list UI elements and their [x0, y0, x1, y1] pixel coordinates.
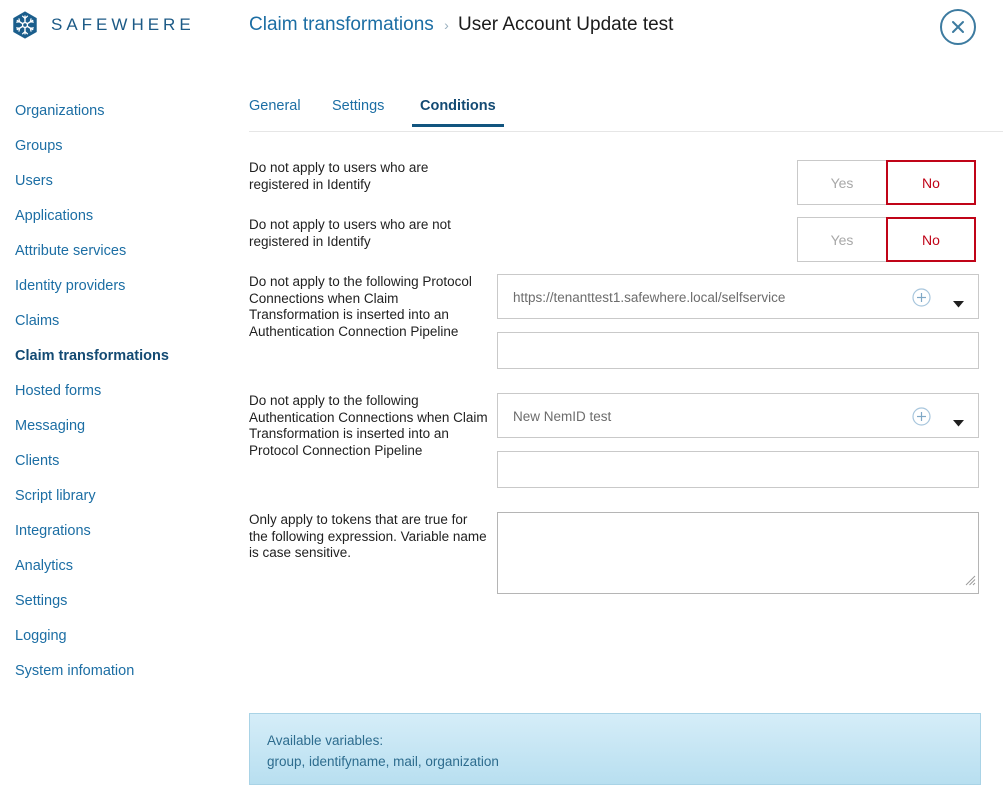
protocol-connections-selected-list[interactable] — [497, 332, 979, 369]
main-content: General Settings Conditions Do not apply… — [249, 98, 1003, 132]
brand-name: SAFEWHERE — [51, 15, 195, 35]
breadcrumb-separator: › — [444, 17, 449, 33]
close-icon — [950, 19, 966, 35]
brand: SAFEWHERE — [10, 10, 195, 40]
app-header: SAFEWHERE Claim transformations › User A… — [0, 0, 1003, 72]
row-label: Do not apply to the following Authentica… — [249, 393, 489, 459]
caret-down-icon[interactable] — [953, 295, 964, 313]
sidebar-item-script-library[interactable]: Script library — [0, 485, 230, 520]
sidebar-nav: Organizations Groups Users Applications … — [0, 100, 230, 695]
breadcrumb: Claim transformations › User Account Upd… — [249, 11, 673, 39]
sidebar-item-settings[interactable]: Settings — [0, 590, 230, 625]
protocol-connections-select[interactable]: https://tenanttest1.safewhere.local/self… — [497, 274, 979, 319]
tab-general[interactable]: General — [249, 98, 301, 127]
authentication-connections-selected-value: New NemID test — [513, 394, 611, 439]
protocol-connections-selected-value: https://tenanttest1.safewhere.local/self… — [513, 275, 785, 320]
snowflake-hexagon-logo — [10, 10, 40, 40]
sidebar-item-users[interactable]: Users — [0, 170, 230, 205]
plus-circle-icon[interactable] — [912, 288, 931, 312]
expression-textarea[interactable] — [497, 512, 979, 594]
row-label: Do not apply to the following Protocol C… — [249, 274, 489, 340]
tab-bar: General Settings Conditions — [249, 98, 1003, 132]
sidebar-item-system-infomation[interactable]: System infomation — [0, 660, 230, 695]
sidebar-item-messaging[interactable]: Messaging — [0, 415, 230, 450]
plus-circle-icon[interactable] — [912, 407, 931, 431]
toggle-option-yes[interactable]: Yes — [797, 217, 887, 262]
sidebar-item-claim-transformations[interactable]: Claim transformations — [0, 345, 230, 380]
breadcrumb-parent-link[interactable]: Claim transformations — [249, 14, 434, 35]
available-variables-title: Available variables: — [267, 733, 383, 748]
sidebar-item-clients[interactable]: Clients — [0, 450, 230, 485]
sidebar-item-analytics[interactable]: Analytics — [0, 555, 230, 590]
authentication-connections-select[interactable]: New NemID test — [497, 393, 979, 438]
close-button[interactable] — [940, 9, 976, 45]
sidebar-item-groups[interactable]: Groups — [0, 135, 230, 170]
sidebar-item-attribute-services[interactable]: Attribute services — [0, 240, 230, 275]
available-variables-list: group, identifyname, mail, organization — [267, 754, 499, 769]
tab-conditions[interactable]: Conditions — [420, 98, 496, 127]
row-label: Do not apply to users who are registered… — [249, 160, 489, 193]
sidebar-item-logging[interactable]: Logging — [0, 625, 230, 660]
toggle-registered-in-identify: Yes No — [797, 160, 976, 205]
authentication-connections-selected-list[interactable] — [497, 451, 979, 488]
tab-settings[interactable]: Settings — [332, 98, 384, 127]
sidebar-item-identity-providers[interactable]: Identity providers — [0, 275, 230, 310]
tabs-divider — [249, 131, 1003, 132]
sidebar-item-hosted-forms[interactable]: Hosted forms — [0, 380, 230, 415]
toggle-option-no[interactable]: No — [886, 160, 976, 205]
available-variables-panel: Available variables: group, identifyname… — [249, 713, 981, 785]
sidebar-item-claims[interactable]: Claims — [0, 310, 230, 345]
row-label: Only apply to tokens that are true for t… — [249, 512, 489, 562]
resize-grip-icon[interactable] — [963, 573, 976, 591]
sidebar-item-applications[interactable]: Applications — [0, 205, 230, 240]
breadcrumb-current: User Account Update test — [458, 14, 673, 35]
sidebar-item-integrations[interactable]: Integrations — [0, 520, 230, 555]
toggle-option-no[interactable]: No — [886, 217, 976, 262]
row-label: Do not apply to users who are not regist… — [249, 217, 489, 250]
toggle-not-registered-in-identify: Yes No — [797, 217, 976, 262]
caret-down-icon[interactable] — [953, 414, 964, 432]
toggle-option-yes[interactable]: Yes — [797, 160, 887, 205]
sidebar-item-organizations[interactable]: Organizations — [0, 100, 230, 135]
